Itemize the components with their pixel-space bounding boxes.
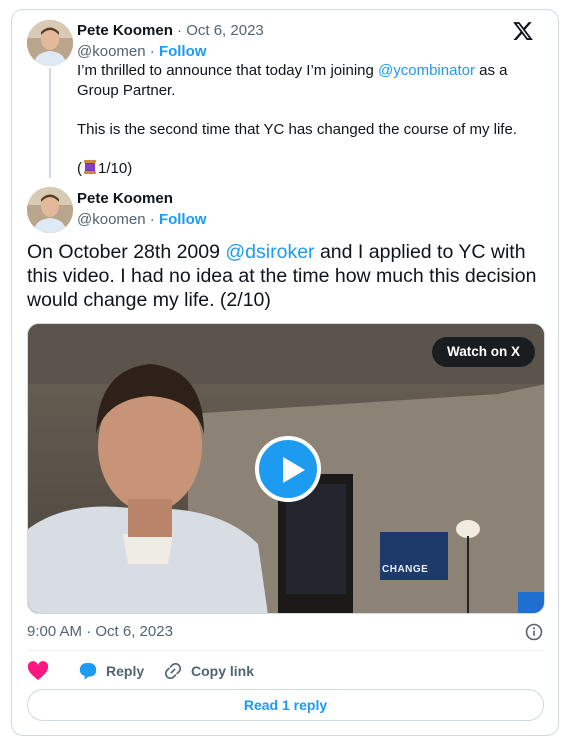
tweet1-text: I’m thrilled to announce that today I’m … [77,61,547,179]
info-icon[interactable] [525,623,543,641]
heart-icon [27,661,49,681]
author-handle[interactable]: @koomen [77,43,146,60]
sign-text: CHANGE [382,564,429,575]
thread-marker-text: 1/10) [98,160,133,177]
spool-of-thread-icon [82,159,98,175]
mention-link[interactable]: @dsiroker [225,241,314,263]
author-name[interactable]: Pete Koomen [77,190,173,207]
separator: · [177,22,183,39]
divider [27,650,544,651]
reply-label: Reply [106,663,145,679]
read-replies-button[interactable]: Read 1 reply [27,689,544,721]
follow-button[interactable]: Follow [159,43,207,60]
mention-link[interactable]: @ycombinator [378,62,475,79]
follow-button[interactable]: Follow [159,211,207,228]
author-handle[interactable]: @koomen [77,211,146,228]
play-icon[interactable] [255,436,321,502]
author-name[interactable]: Pete Koomen [77,22,173,39]
copy-link-label: Copy link [191,663,255,679]
separator: · [149,43,155,60]
tweet2-handle-row: @koomen · Follow [77,210,206,230]
video-player[interactable]: CHANGE Watch on X [27,323,545,614]
watch-on-x-button[interactable]: Watch on X [432,337,535,367]
avatar[interactable] [27,187,73,233]
tweet1-handle-row: @koomen · Follow [77,42,206,62]
thread-connector-line [49,68,51,178]
avatar[interactable] [27,20,73,66]
tweet-text: On October 28th 2009 [27,241,226,263]
tweet-date[interactable]: Oct 6, 2023 [186,22,264,39]
reply-bubble-icon [79,662,97,680]
separator: · [149,211,155,228]
tweet-paragraph: This is the second time that YC has chan… [77,121,517,138]
tweet2-header: Pete Koomen [77,189,173,209]
tweet-timestamp[interactable]: 9:00 AM · Oct 6, 2023 [27,622,173,642]
tweet-text: I’m thrilled to announce that today I’m … [77,62,379,79]
x-logo-icon[interactable] [512,20,534,42]
tweet1-header: Pete Koomen · Oct 6, 2023 [77,21,264,41]
link-icon [164,662,182,680]
thread-marker: (1/10) [77,159,547,179]
tweet2-text: On October 28th 2009 @dsiroker and I app… [27,240,542,312]
